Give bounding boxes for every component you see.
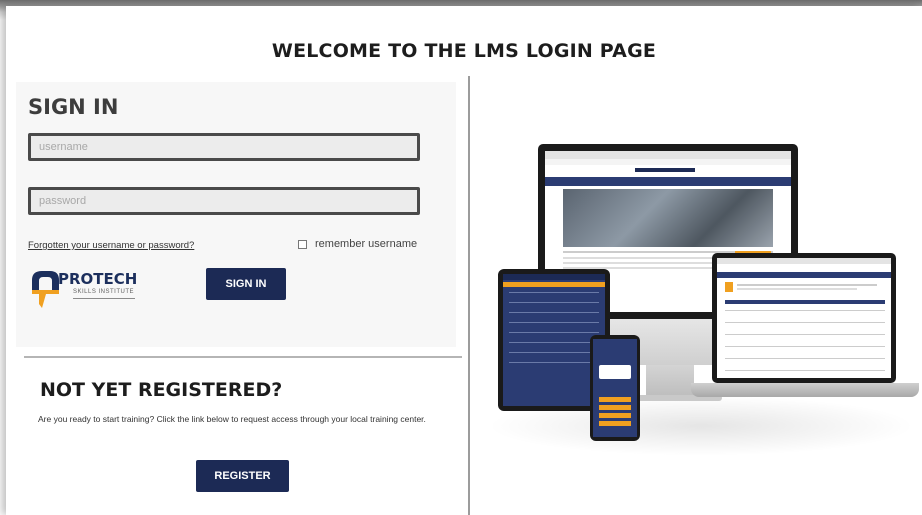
protech-logo-icon (32, 271, 59, 308)
register-heading: NOT YET REGISTERED? (40, 379, 283, 401)
left-pane: SIGN IN Forgotten your username or passw… (16, 82, 462, 512)
remember-username-control[interactable]: remember username (298, 238, 417, 250)
logo-rule (73, 298, 135, 299)
devices-illustration (486, 131, 919, 471)
logo-subtitle: SKILLS INSTITUTE (73, 289, 135, 295)
page-title: WELCOME TO THE LMS LOGIN PAGE (271, 40, 657, 62)
phone-screen (593, 339, 637, 437)
username-input[interactable] (28, 133, 420, 161)
laptop-image (712, 253, 896, 383)
password-input[interactable] (28, 187, 420, 215)
logo-name: PROTECH (58, 270, 138, 288)
register-description: Are you ready to start training? Click t… (38, 414, 426, 424)
section-divider (24, 356, 462, 358)
phone-image (590, 335, 640, 441)
remember-username-label: remember username (315, 238, 418, 250)
signin-panel: SIGN IN Forgotten your username or passw… (16, 82, 456, 347)
desktop-stand (646, 365, 694, 397)
laptop-screen (717, 258, 891, 378)
protech-logo: PROTECH SKILLS INSTITUTE (28, 268, 148, 312)
remember-username-checkbox[interactable] (298, 239, 307, 249)
laptop-base (691, 383, 919, 397)
vertical-divider (468, 76, 470, 515)
register-button[interactable]: REGISTER (196, 460, 289, 492)
page-frame: WELCOME TO THE LMS LOGIN PAGE SIGN IN Fo… (6, 6, 922, 515)
signin-heading: SIGN IN (28, 95, 119, 119)
forgot-credentials-link[interactable]: Forgotten your username or password? (28, 240, 194, 251)
sign-in-button[interactable]: SIGN IN (206, 268, 286, 300)
